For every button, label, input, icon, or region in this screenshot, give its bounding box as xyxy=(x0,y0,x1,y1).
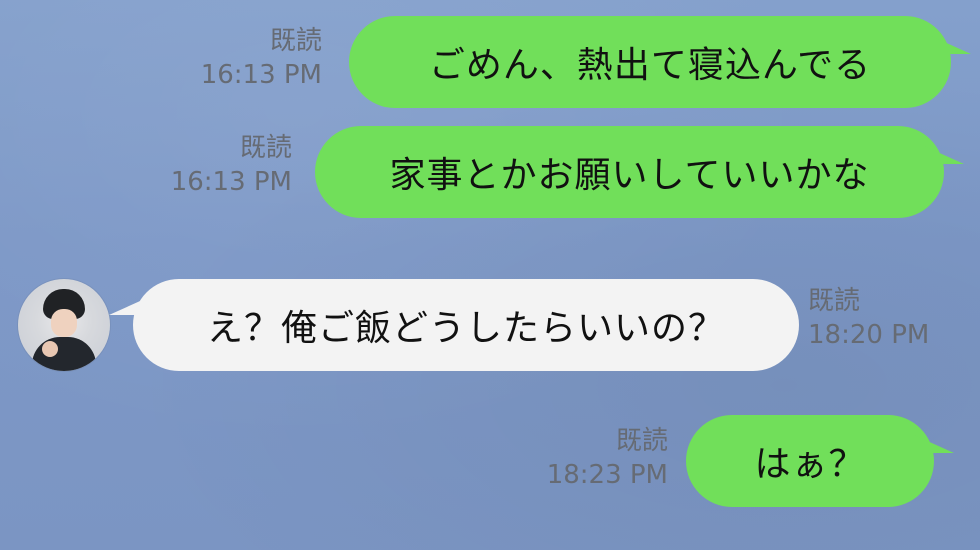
avatar-hand-shape xyxy=(42,341,58,357)
bubble-tail-outgoing-4 xyxy=(914,435,954,453)
message-bubble-outgoing-2[interactable]: 家事とかお願いしていいかな xyxy=(315,126,944,218)
message-text-3: え？俺ご飯どうしたらいいの？ xyxy=(206,308,725,349)
timestamp-2: 16:13 PM xyxy=(170,167,292,197)
message-meta-4: 既読 18:23 PM xyxy=(540,424,668,492)
message-meta-2: 既読 16:13 PM xyxy=(168,131,292,199)
message-text-2: 家事とかお願いしていいかな xyxy=(389,155,870,196)
read-receipt-1: 既読 xyxy=(269,26,322,56)
message-meta-3: 既読 18:20 PM xyxy=(808,284,948,352)
bubble-tail-outgoing-1 xyxy=(931,36,971,54)
read-receipt-3: 既読 xyxy=(808,286,861,316)
message-meta-1: 既読 16:13 PM xyxy=(198,24,322,92)
timestamp-4: 18:23 PM xyxy=(546,460,668,490)
timestamp-1: 16:13 PM xyxy=(200,60,322,90)
read-receipt-4: 既読 xyxy=(615,426,668,456)
message-text-1: ごめん、熱出て寝込んでる xyxy=(428,45,872,86)
message-text-4: はぁ？ xyxy=(754,444,866,485)
profile-avatar[interactable] xyxy=(18,279,110,371)
bubble-tail-outgoing-2 xyxy=(924,146,964,164)
read-receipt-2: 既読 xyxy=(239,133,292,163)
message-bubble-incoming-3[interactable]: え？俺ご飯どうしたらいいの？ xyxy=(133,279,799,371)
message-bubble-outgoing-4[interactable]: はぁ？ xyxy=(686,415,934,507)
timestamp-3: 18:20 PM xyxy=(808,320,930,350)
avatar-body-shape xyxy=(32,337,96,371)
avatar-face-shape xyxy=(51,309,77,337)
message-bubble-outgoing-1[interactable]: ごめん、熱出て寝込んでる xyxy=(349,16,951,108)
